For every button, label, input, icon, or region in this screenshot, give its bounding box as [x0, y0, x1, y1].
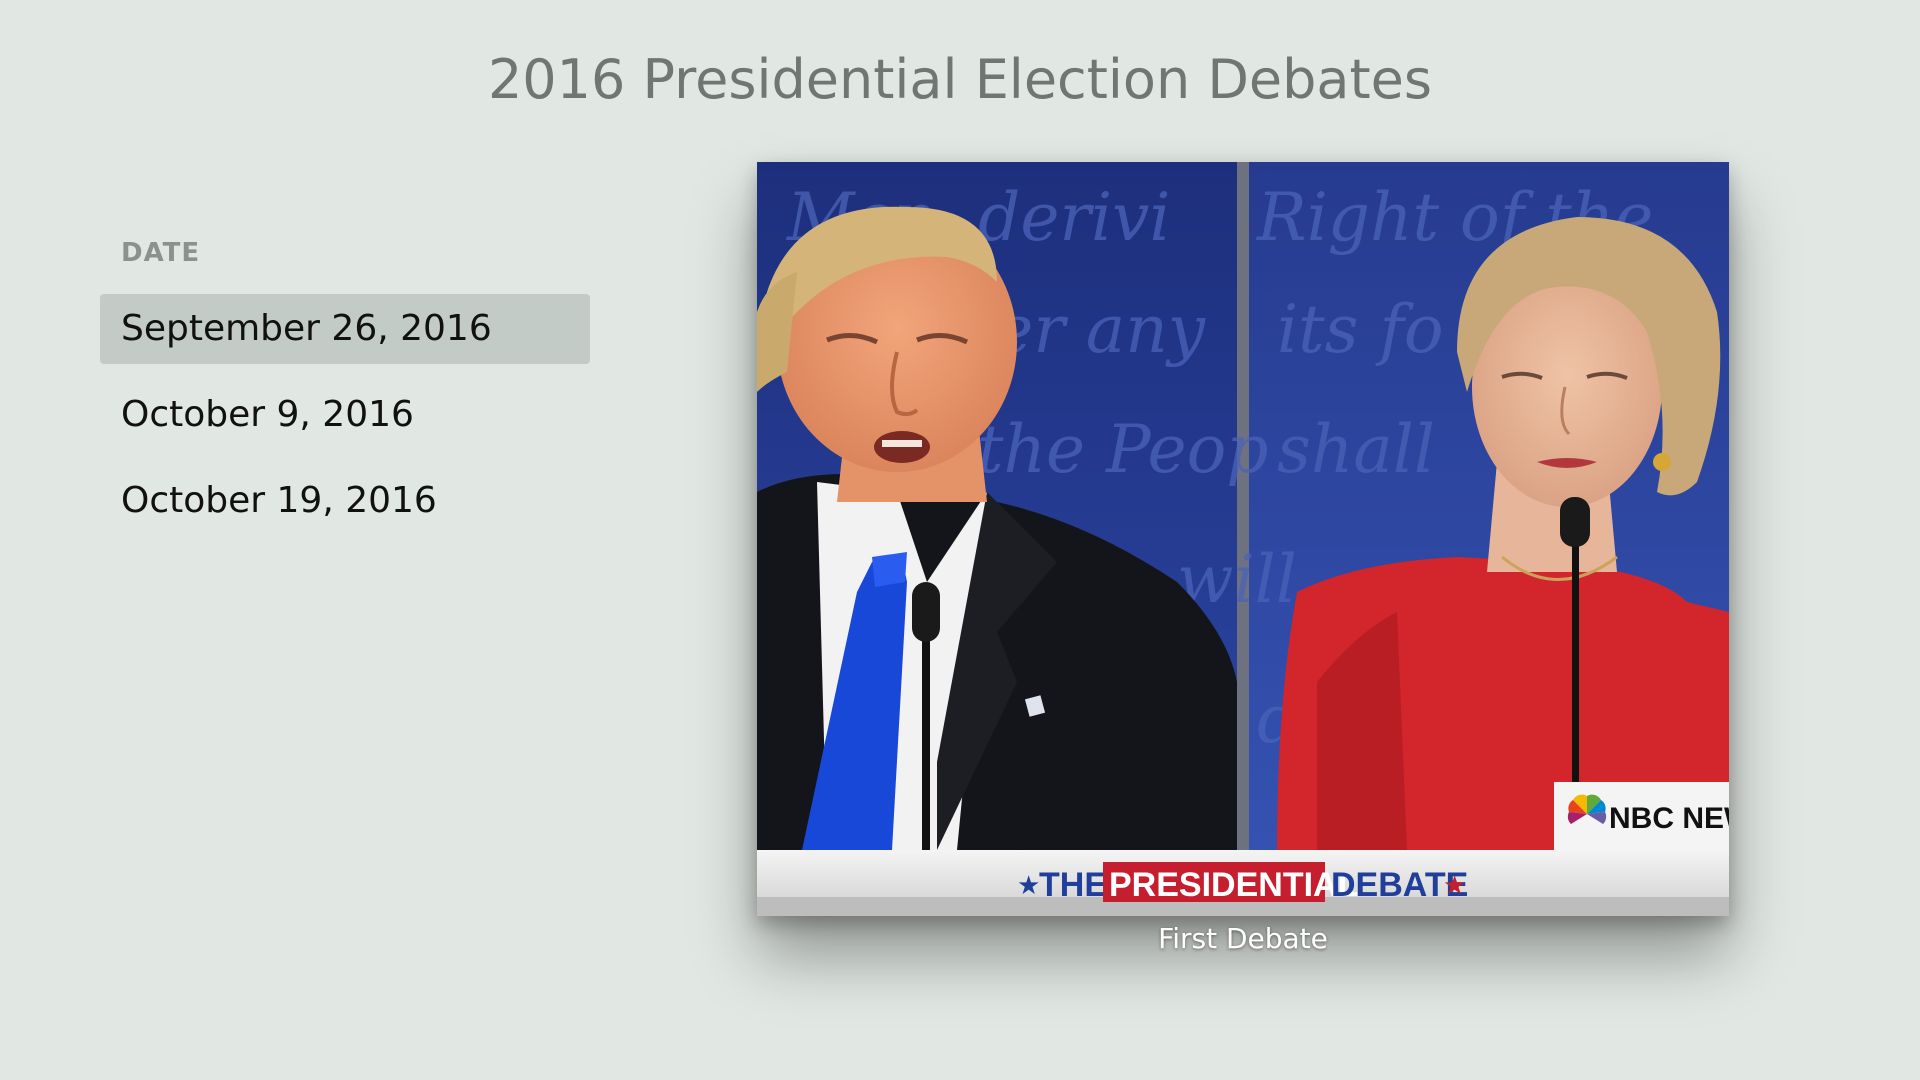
backdrop-script-left-3: the Peop: [977, 411, 1269, 488]
banner-star-left: ★: [1017, 871, 1040, 901]
date-sidebar: DATE September 26, 2016 October 9, 2016 …: [100, 238, 590, 552]
date-item-september-26[interactable]: September 26, 2016: [100, 294, 590, 364]
debate-banner: ★ THE PRESIDENTIAL DEBATE ★: [757, 850, 1729, 916]
nbc-news-logo: NBC NEWS: [1554, 782, 1729, 850]
split-divider: [1237, 162, 1249, 850]
date-item-label: September 26, 2016: [121, 308, 492, 349]
date-item-october-9[interactable]: October 9, 2016: [100, 380, 590, 450]
backdrop-script-right-2: its fo: [1277, 291, 1444, 368]
banner-star-right: ★: [1443, 871, 1466, 901]
date-item-label: October 19, 2016: [121, 480, 437, 521]
banner-the: THE: [1039, 866, 1107, 904]
banner-presidential: PRESIDENTIAL: [1109, 866, 1358, 904]
nbc-news-text: NBC NEWS: [1609, 802, 1729, 835]
date-section-label: DATE: [121, 238, 201, 268]
video-caption: First Debate: [1158, 922, 1328, 955]
debate-video-thumbnail[interactable]: Men, derivi ver any the Peop will Right …: [757, 162, 1729, 916]
date-item-label: October 9, 2016: [121, 394, 414, 435]
backdrop-script-right-3: shall: [1277, 411, 1435, 488]
page-title: 2016 Presidential Election Debates: [487, 48, 1433, 111]
date-item-october-19[interactable]: October 19, 2016: [100, 466, 590, 536]
